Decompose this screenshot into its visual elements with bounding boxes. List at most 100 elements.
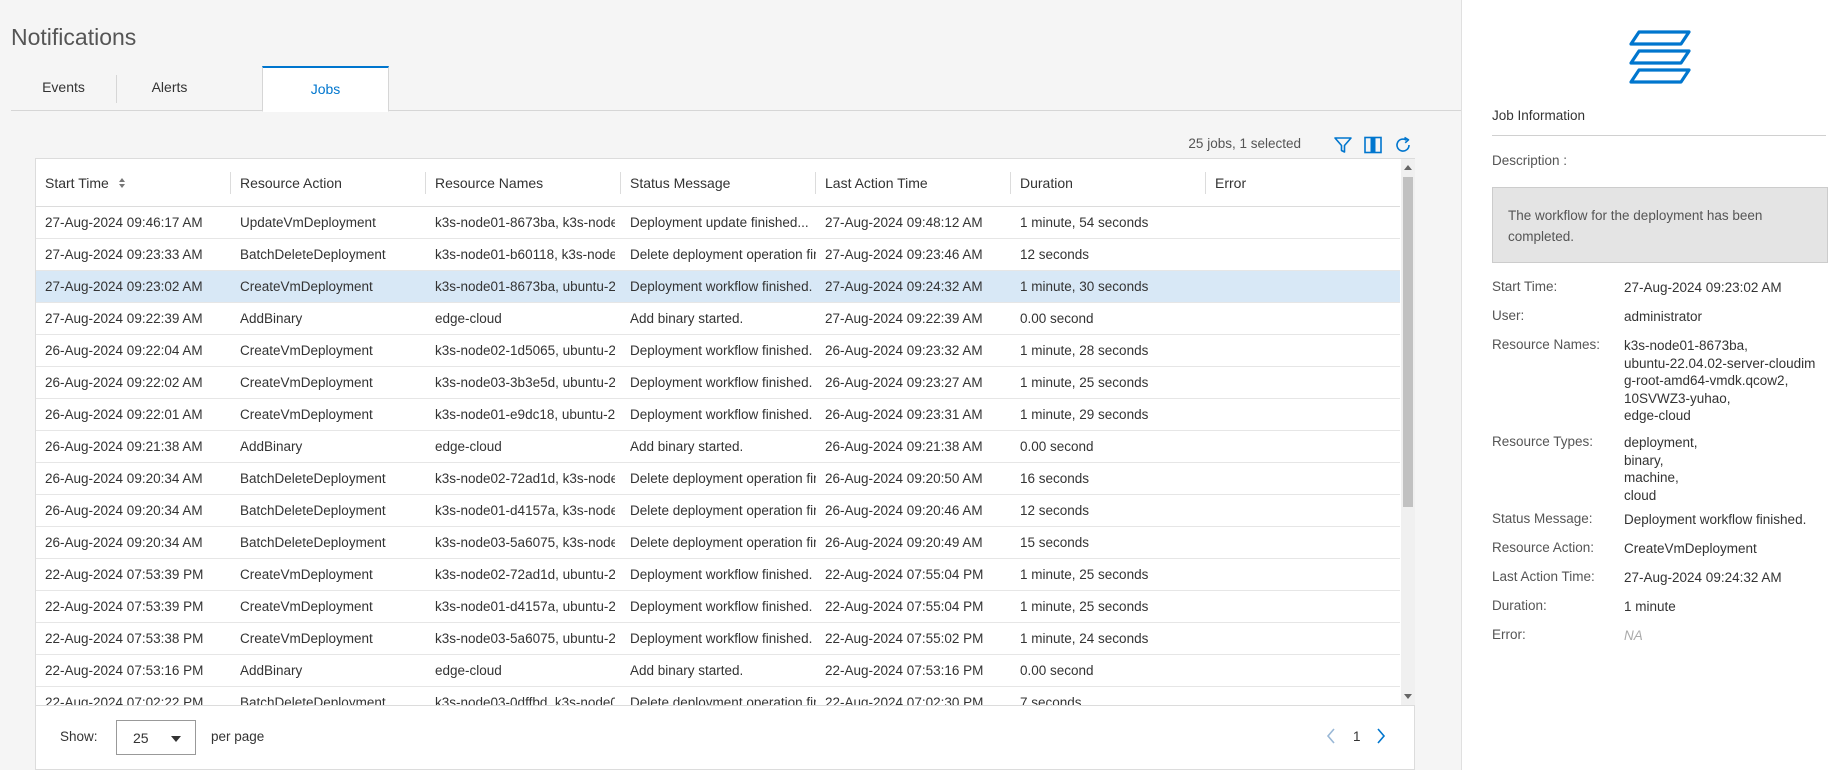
cell-resource-action: AddBinary	[240, 439, 303, 454]
table-row[interactable]: 27-Aug-2024 09:23:33 AM BatchDeleteDeploy…	[36, 239, 1400, 271]
page-title: Notifications	[11, 24, 137, 50]
chevron-left-icon[interactable]	[1324, 726, 1338, 746]
cell-status-message: Add binary started.	[630, 439, 744, 454]
cell-start-time: 26-Aug-2024 09:20:34 AM	[45, 503, 203, 518]
scroll-up-arrow-icon[interactable]	[1404, 165, 1412, 170]
field-value: cloud	[1624, 487, 1657, 503]
cell-error	[1206, 207, 1400, 238]
table-row[interactable]: 26-Aug-2024 09:22:01 AM CreateVmDeploymen…	[36, 399, 1400, 431]
column-header-resource-names[interactable]: Resource Names	[426, 172, 621, 194]
column-header-start-time[interactable]: Start Time	[36, 172, 231, 194]
table-row[interactable]: 22-Aug-2024 07:02:22 PM BatchDeleteDeploy…	[36, 687, 1400, 705]
cell-last-action-time: 26-Aug-2024 09:20:46 AM	[825, 503, 983, 518]
field-value: 10SVWZ3-yuhao,	[1624, 390, 1731, 406]
refresh-icon[interactable]	[1392, 134, 1414, 156]
cell-resource-action: CreateVmDeployment	[240, 599, 373, 614]
cell-error	[1206, 303, 1400, 334]
page-size-value: 25	[133, 730, 149, 746]
cell-resource-action: UpdateVmDeployment	[240, 215, 376, 230]
tab-alerts[interactable]: Alerts	[117, 66, 222, 111]
sort-icon[interactable]	[118, 173, 126, 195]
table-row[interactable]: 27-Aug-2024 09:46:17 AM UpdateVmDeploymen…	[36, 207, 1400, 239]
cell-start-time: 27-Aug-2024 09:23:02 AM	[45, 279, 203, 294]
tab-bar: Events Alerts Jobs	[11, 66, 1461, 112]
per-page-label: per page	[211, 729, 265, 744]
page-size-select[interactable]: 25	[116, 720, 196, 755]
table-row[interactable]: 27-Aug-2024 09:23:02 AM CreateVmDeploymen…	[36, 271, 1400, 303]
table-row[interactable]: 26-Aug-2024 09:21:38 AM AddBinary edge-clo…	[36, 431, 1400, 463]
cell-status-message: Delete deployment operation finished	[630, 503, 816, 518]
column-header-duration[interactable]: Duration	[1011, 172, 1206, 194]
table-row[interactable]: 26-Aug-2024 09:20:34 AM BatchDeleteDeploy…	[36, 463, 1400, 495]
cell-start-time: 22-Aug-2024 07:53:38 PM	[45, 631, 204, 646]
cell-start-time: 26-Aug-2024 09:21:38 AM	[45, 439, 203, 454]
cell-duration: 12 seconds	[1020, 503, 1090, 518]
columns-icon[interactable]	[1362, 134, 1384, 156]
cell-error	[1206, 239, 1400, 270]
tab-jobs-label: Jobs	[310, 81, 341, 97]
column-header-label: Duration	[1020, 175, 1073, 191]
cell-status-message: Deployment workflow finished.	[630, 279, 813, 294]
table-header: Start Time Resource Action Resource Name…	[36, 159, 1400, 207]
column-header-label: Error	[1215, 175, 1247, 191]
cell-status-message: Deployment workflow finished.	[630, 407, 813, 422]
cell-duration: 1 minute, 25 seconds	[1020, 567, 1149, 582]
table-row[interactable]: 26-Aug-2024 09:22:04 AM CreateVmDeploymen…	[36, 335, 1400, 367]
table-row[interactable]: 26-Aug-2024 09:20:34 AM BatchDeleteDeploy…	[36, 527, 1400, 559]
cell-status-message: Deployment update finished...	[630, 215, 809, 230]
show-label: Show:	[60, 729, 98, 744]
cell-error	[1206, 559, 1400, 590]
filter-icon[interactable]	[1332, 134, 1354, 156]
field-value: CreateVmDeployment	[1624, 541, 1757, 556]
cell-status-message: Deployment workflow finished.	[630, 375, 813, 390]
cell-resource-names: k3s-node02-1d5065, ubuntu-22	[435, 343, 615, 358]
chevron-down-icon	[171, 736, 181, 742]
table-row[interactable]: 26-Aug-2024 09:22:02 AM CreateVmDeploymen…	[36, 367, 1400, 399]
field-value: NA	[1624, 628, 1643, 643]
details-title: Job Information	[1492, 108, 1586, 123]
table-row[interactable]: 27-Aug-2024 09:22:39 AM AddBinary edge-clo…	[36, 303, 1400, 335]
table-row[interactable]: 22-Aug-2024 07:53:39 PM CreateVmDeploymen…	[36, 591, 1400, 623]
cell-last-action-time: 22-Aug-2024 07:55:04 PM	[825, 599, 984, 614]
cell-duration: 0.00 second	[1020, 311, 1094, 326]
table-row[interactable]: 22-Aug-2024 07:53:16 PM AddBinary edge-clo…	[36, 655, 1400, 687]
column-header-last-action-time[interactable]: Last Action Time	[816, 172, 1011, 194]
field-value: 27-Aug-2024 09:24:32 AM	[1624, 570, 1782, 585]
cell-duration: 1 minute, 30 seconds	[1020, 279, 1149, 294]
cell-error	[1206, 399, 1400, 430]
cell-error	[1206, 623, 1400, 654]
column-header-error[interactable]: Error	[1206, 172, 1400, 194]
field-value: 1 minute	[1624, 599, 1676, 614]
cell-resource-action: CreateVmDeployment	[240, 567, 373, 582]
chevron-right-icon[interactable]	[1374, 726, 1388, 746]
tab-jobs[interactable]: Jobs	[262, 66, 389, 112]
cell-start-time: 26-Aug-2024 09:22:01 AM	[45, 407, 203, 422]
field-label: Duration:	[1492, 598, 1547, 613]
scrollbar-thumb[interactable]	[1403, 177, 1413, 507]
table-row[interactable]: 22-Aug-2024 07:53:39 PM CreateVmDeploymen…	[36, 559, 1400, 591]
cell-resource-action: BatchDeleteDeployment	[240, 503, 386, 518]
scroll-down-arrow-icon[interactable]	[1404, 694, 1412, 699]
cell-last-action-time: 26-Aug-2024 09:23:32 AM	[825, 343, 983, 358]
cell-start-time: 22-Aug-2024 07:53:39 PM	[45, 567, 204, 582]
vertical-scrollbar[interactable]	[1401, 159, 1415, 705]
cell-error	[1206, 463, 1400, 494]
column-header-resource-action[interactable]: Resource Action	[231, 172, 426, 194]
cell-error	[1206, 495, 1400, 526]
cell-start-time: 22-Aug-2024 07:53:39 PM	[45, 599, 204, 614]
field-value: administrator	[1624, 309, 1703, 324]
column-header-label: Last Action Time	[825, 175, 928, 191]
table-row[interactable]: 26-Aug-2024 09:20:34 AM BatchDeleteDeploy…	[36, 495, 1400, 527]
cell-resource-names: k3s-node01-d4157a, k3s-node01	[435, 503, 615, 518]
cell-error	[1206, 367, 1400, 398]
cell-start-time: 26-Aug-2024 09:22:02 AM	[45, 375, 203, 390]
current-page: 1	[1353, 729, 1361, 744]
column-header-status-message[interactable]: Status Message	[621, 172, 816, 194]
tab-events[interactable]: Events	[11, 66, 116, 111]
cell-resource-action: CreateVmDeployment	[240, 279, 373, 294]
table-row[interactable]: 22-Aug-2024 07:53:38 PM CreateVmDeploymen…	[36, 623, 1400, 655]
field-label: Resource Action:	[1492, 540, 1595, 555]
table-body: 27-Aug-2024 09:46:17 AM UpdateVmDeploymen…	[36, 207, 1400, 705]
cell-status-message: Delete deployment operation finished	[630, 535, 816, 550]
cell-error	[1206, 335, 1400, 366]
